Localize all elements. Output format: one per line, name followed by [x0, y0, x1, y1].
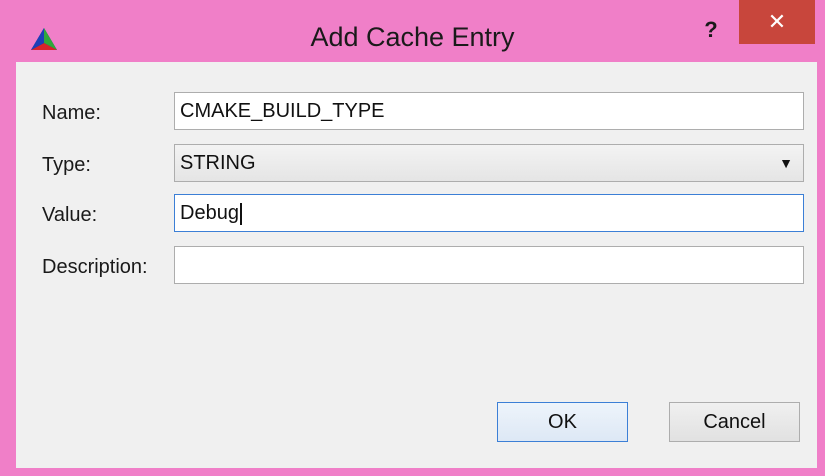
name-field[interactable]: CMAKE_BUILD_TYPE — [174, 92, 804, 130]
help-button[interactable]: ? — [693, 12, 729, 48]
value-field-text: Debug — [180, 202, 239, 224]
type-select[interactable]: STRING ▼ — [174, 144, 804, 182]
value-field[interactable]: Debug — [174, 194, 804, 232]
add-cache-entry-dialog: Add Cache Entry ? ✕ Name: CMAKE_BUILD_TY… — [0, 0, 825, 476]
dialog-body: Name: CMAKE_BUILD_TYPE Type: STRING ▼ Va… — [16, 62, 817, 468]
chevron-down-icon[interactable]: ▼ — [779, 145, 793, 181]
value-label: Value: — [42, 204, 98, 226]
name-label: Name: — [42, 102, 101, 124]
cancel-button[interactable]: Cancel — [669, 402, 800, 442]
description-label: Description: — [42, 256, 148, 278]
ok-button[interactable]: OK — [497, 402, 628, 442]
close-button[interactable]: ✕ — [739, 0, 815, 44]
title-bar[interactable]: Add Cache Entry ? ✕ — [0, 0, 825, 60]
type-label: Type: — [42, 154, 91, 176]
text-caret — [239, 202, 242, 225]
type-selected-value: STRING — [180, 152, 256, 174]
description-field[interactable] — [174, 246, 804, 284]
